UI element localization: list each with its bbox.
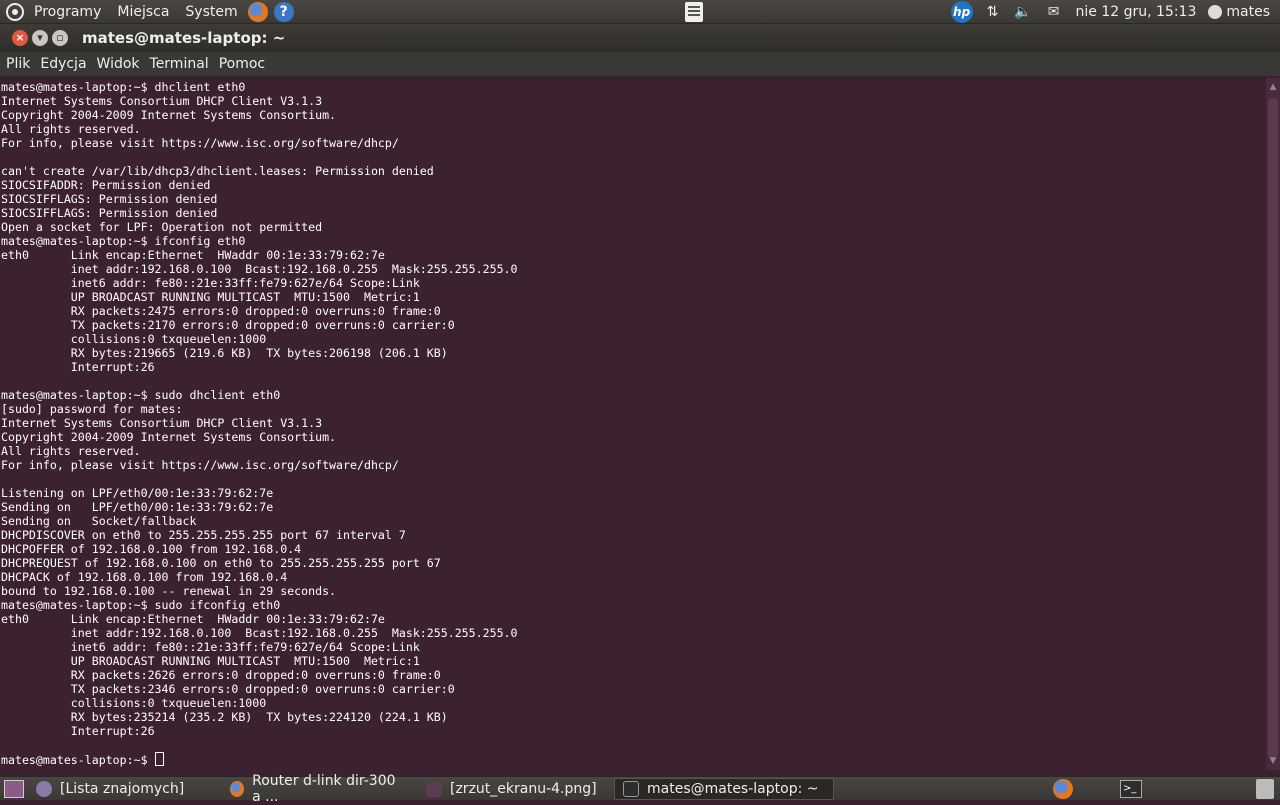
system-tray: hp ⇅ 🔈 ✉ nie 12 gru, 15:13 mates (950, 0, 1280, 24)
terminal-line: Internet Systems Consortium DHCP Client … (1, 94, 323, 108)
terminal-line: Copyright 2004-2009 Internet Systems Con… (1, 108, 337, 122)
task-terminal[interactable]: mates@mates-laptop: ~ (614, 777, 834, 800)
terminal-output: mates@mates-laptop:~$ dhclient eth0 Inte… (1, 80, 518, 767)
clock[interactable]: nie 12 gru, 15:13 (1068, 4, 1205, 20)
terminal-line: inet6 addr: fe80::21e:33ff:fe79:627e/64 … (1, 640, 420, 654)
trash-icon[interactable] (1256, 779, 1274, 799)
terminal-line: mates@mates-laptop:~$ (1, 753, 155, 767)
hp-icon[interactable]: hp (950, 1, 973, 23)
terminal-line: RX packets:2475 errors:0 dropped:0 overr… (1, 304, 441, 318)
terminal-line: UP BROADCAST RUNNING MULTICAST MTU:1500 … (1, 654, 420, 668)
terminal-line: RX bytes:219665 (219.6 KB) TX bytes:2061… (1, 346, 448, 360)
terminal-line: DHCPACK of 192.168.0.100 from 192.168.0.… (1, 570, 288, 584)
notes-icon[interactable] (685, 2, 703, 22)
terminal-line: UP BROADCAST RUNNING MULTICAST MTU:1500 … (1, 290, 420, 304)
close-button[interactable]: × (12, 30, 28, 46)
terminal-tray-icon[interactable]: >_ (1120, 780, 1142, 798)
terminal-line: eth0 Link encap:Ethernet HWaddr 00:1e:33… (1, 612, 399, 626)
terminal-line: Interrupt:26 (1, 724, 162, 738)
terminal-scrollbar[interactable]: ▲ ▼ (1266, 78, 1280, 770)
terminal-line: inet addr:192.168.0.100 Bcast:192.168.0.… (1, 626, 518, 640)
maximize-button[interactable]: ▫ (52, 30, 68, 46)
terminal-line: mates@mates-laptop:~$ ifconfig eth0 (1, 234, 246, 248)
terminal-icon (623, 780, 639, 797)
terminal-line: can't create /var/lib/dhcp3/dhclient.lea… (1, 164, 434, 178)
window-title: mates@mates-laptop: ~ (82, 29, 286, 47)
terminal-line: Sending on LPF/eth0/00:1e:33:79:62:7e (1, 500, 274, 514)
terminal-line: SIOCSIFFLAGS: Permission denied (1, 192, 218, 206)
terminal-line: Copyright 2004-2009 Internet Systems Con… (1, 430, 337, 444)
terminal-line: bound to 192.168.0.100 -- renewal in 29 … (1, 584, 337, 598)
terminal-line: RX bytes:235214 (235.2 KB) TX bytes:2241… (1, 710, 448, 724)
pidgin-icon (36, 780, 52, 797)
menubar: Plik Edycja Widok Terminal Pomoc (0, 52, 1280, 76)
menu-miejsca[interactable]: Miejsca (109, 0, 177, 24)
show-desktop-icon[interactable] (4, 779, 24, 798)
bottom-panel: [Lista znajomych] Router d-link dir-300 … (0, 773, 1280, 805)
menu-programy[interactable]: Programy (26, 0, 109, 24)
menu-system[interactable]: System (177, 0, 245, 24)
terminal-line: All rights reserved. (1, 122, 141, 136)
task-router-firefox[interactable]: Router d-link dir-300 a ... (222, 773, 414, 805)
terminal-area[interactable]: mates@mates-laptop:~$ dhclient eth0 Inte… (0, 78, 1266, 771)
terminal-line: SIOCSIFADDR: Permission denied (1, 178, 211, 192)
firefox-icon (230, 780, 245, 797)
terminal-line: TX packets:2346 errors:0 dropped:0 overr… (1, 682, 455, 696)
terminal-line: For info, please visit https://www.isc.o… (1, 458, 399, 472)
terminal-line: Open a socket for LPF: Operation not per… (1, 220, 323, 234)
username[interactable]: mates (1226, 4, 1280, 20)
terminal-line: inet addr:192.168.0.100 Bcast:192.168.0.… (1, 262, 518, 276)
scroll-up-icon[interactable]: ▲ (1268, 82, 1278, 92)
terminal-line: DHCPDISCOVER on eth0 to 255.255.255.255 … (1, 528, 406, 542)
top-panel: Programy Miejsca System ? hp ⇅ 🔈 ✉ nie 1… (0, 0, 1280, 24)
terminal-line: For info, please visit https://www.isc.o… (1, 136, 399, 150)
terminal-line: All rights reserved. (1, 444, 141, 458)
scroll-down-icon[interactable]: ▼ (1268, 756, 1278, 766)
user-icon[interactable] (1208, 5, 1223, 19)
terminal-line: RX packets:2626 errors:0 dropped:0 overr… (1, 668, 441, 682)
network-icon[interactable]: ⇅ (987, 4, 999, 20)
firefox-tray-icon[interactable] (1053, 779, 1073, 799)
terminal-line: TX packets:2170 errors:0 dropped:0 overr… (1, 318, 455, 332)
terminal-line: collisions:0 txqueuelen:1000 (1, 332, 274, 346)
volume-icon[interactable]: 🔈 (1014, 4, 1031, 20)
terminal-line: Internet Systems Consortium DHCP Client … (1, 416, 323, 430)
help-icon[interactable]: ? (273, 1, 294, 22)
terminal-line: mates@mates-laptop:~$ sudo dhclient eth0 (1, 388, 281, 402)
terminal-line: DHCPREQUEST of 192.168.0.100 on eth0 to … (1, 556, 441, 570)
menu-terminal[interactable]: Terminal (145, 56, 214, 72)
task-label: [zrzut_ekranu-4.png] (450, 780, 597, 797)
scroll-thumb[interactable] (1268, 98, 1278, 758)
terminal-line: [sudo] password for mates: (1, 402, 190, 416)
menu-pomoc[interactable]: Pomoc (214, 56, 270, 72)
terminal-line: inet6 addr: fe80::21e:33ff:fe79:627e/64 … (1, 276, 420, 290)
terminal-line: Listening on LPF/eth0/00:1e:33:79:62:7e (1, 486, 274, 500)
ubuntu-logo-icon[interactable] (6, 2, 24, 21)
task-lista-znajomych[interactable]: [Lista znajomych] (28, 778, 218, 800)
terminal-line: mates@mates-laptop:~$ dhclient eth0 (1, 80, 246, 94)
terminal-line: mates@mates-laptop:~$ sudo ifconfig eth0 (1, 598, 281, 612)
terminal-line: Sending on Socket/fallback (1, 514, 197, 528)
menu-plik[interactable]: Plik (1, 56, 35, 72)
terminal-line: DHCPOFFER of 192.168.0.100 from 192.168.… (1, 542, 302, 556)
minimize-button[interactable]: ▾ (32, 30, 48, 46)
firefox-launcher-icon[interactable] (247, 1, 268, 22)
terminal-cursor (154, 752, 164, 766)
menu-edycja[interactable]: Edycja (35, 56, 91, 72)
window-titlebar[interactable]: × ▾ ▫ mates@mates-laptop: ~ (0, 24, 1280, 52)
task-label: mates@mates-laptop: ~ (647, 780, 819, 797)
terminal-line: SIOCSIFFLAGS: Permission denied (1, 206, 218, 220)
task-zrzut-ekranu[interactable]: [zrzut_ekranu-4.png] (418, 778, 610, 800)
image-viewer-icon (426, 780, 442, 797)
terminal-line: Interrupt:26 (1, 360, 162, 374)
mail-icon[interactable]: ✉ (1048, 4, 1060, 20)
menu-widok[interactable]: Widok (92, 56, 145, 72)
terminal-line: collisions:0 txqueuelen:1000 (1, 696, 274, 710)
task-label: [Lista znajomych] (60, 780, 185, 797)
terminal-line: eth0 Link encap:Ethernet HWaddr 00:1e:33… (1, 248, 399, 262)
